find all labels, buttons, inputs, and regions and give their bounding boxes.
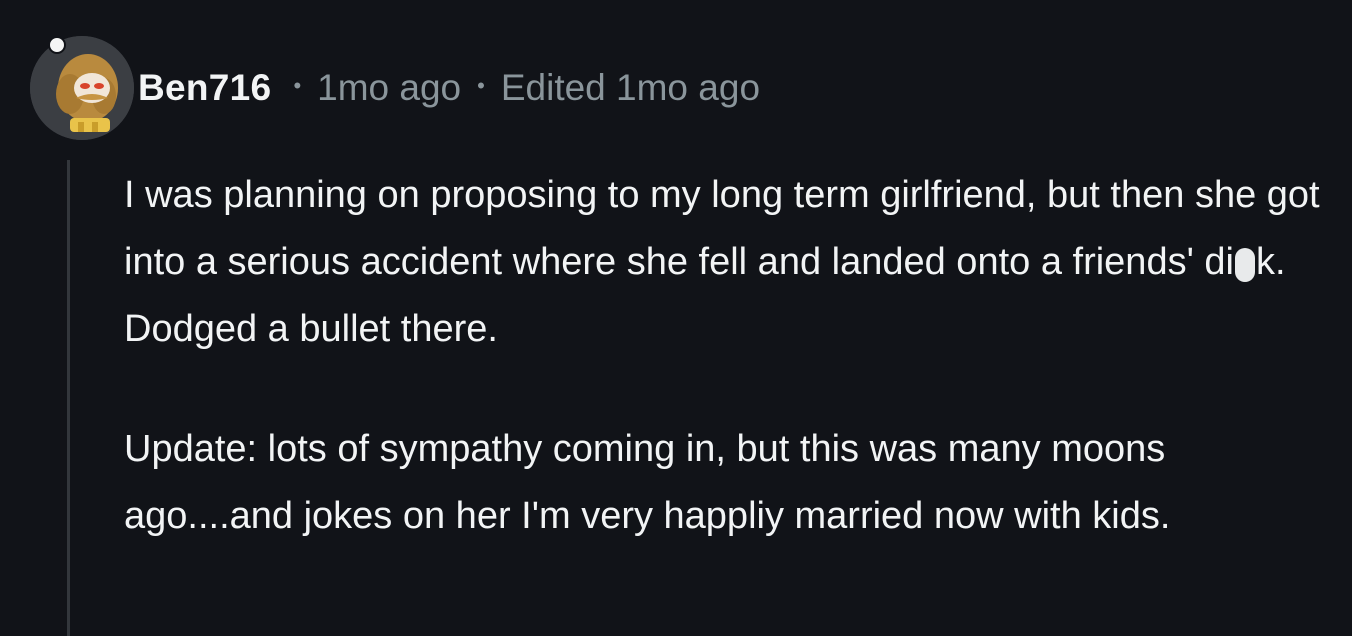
thread-collapse-line[interactable] [67, 160, 70, 636]
meta-separator: • [293, 73, 302, 98]
avatar[interactable] [30, 36, 134, 140]
avatar-antenna-icon [48, 36, 66, 54]
comment-body: I was planning on proposing to my long t… [124, 162, 1324, 550]
meta-separator: • [477, 73, 485, 98]
censor-blob [1234, 248, 1255, 282]
comment-header: Ben716 • 1mo ago • Edited 1mo ago [138, 64, 760, 112]
reddit-snoo-avatar-icon [30, 36, 134, 140]
edited-time: Edited 1mo ago [500, 67, 761, 108]
comment-paragraph: Update: lots of sympathy coming in, but … [124, 428, 1171, 537]
posted-time: 1mo ago [317, 67, 462, 108]
comment: Ben716 • 1mo ago • Edited 1mo ago I was … [0, 0, 1352, 636]
comment-paragraph: I was planning on proposing to my long t… [124, 162, 1324, 363]
paragraph-text: I was planning on proposing to my long t… [124, 174, 1320, 283]
username-link[interactable]: Ben716 [138, 67, 271, 109]
